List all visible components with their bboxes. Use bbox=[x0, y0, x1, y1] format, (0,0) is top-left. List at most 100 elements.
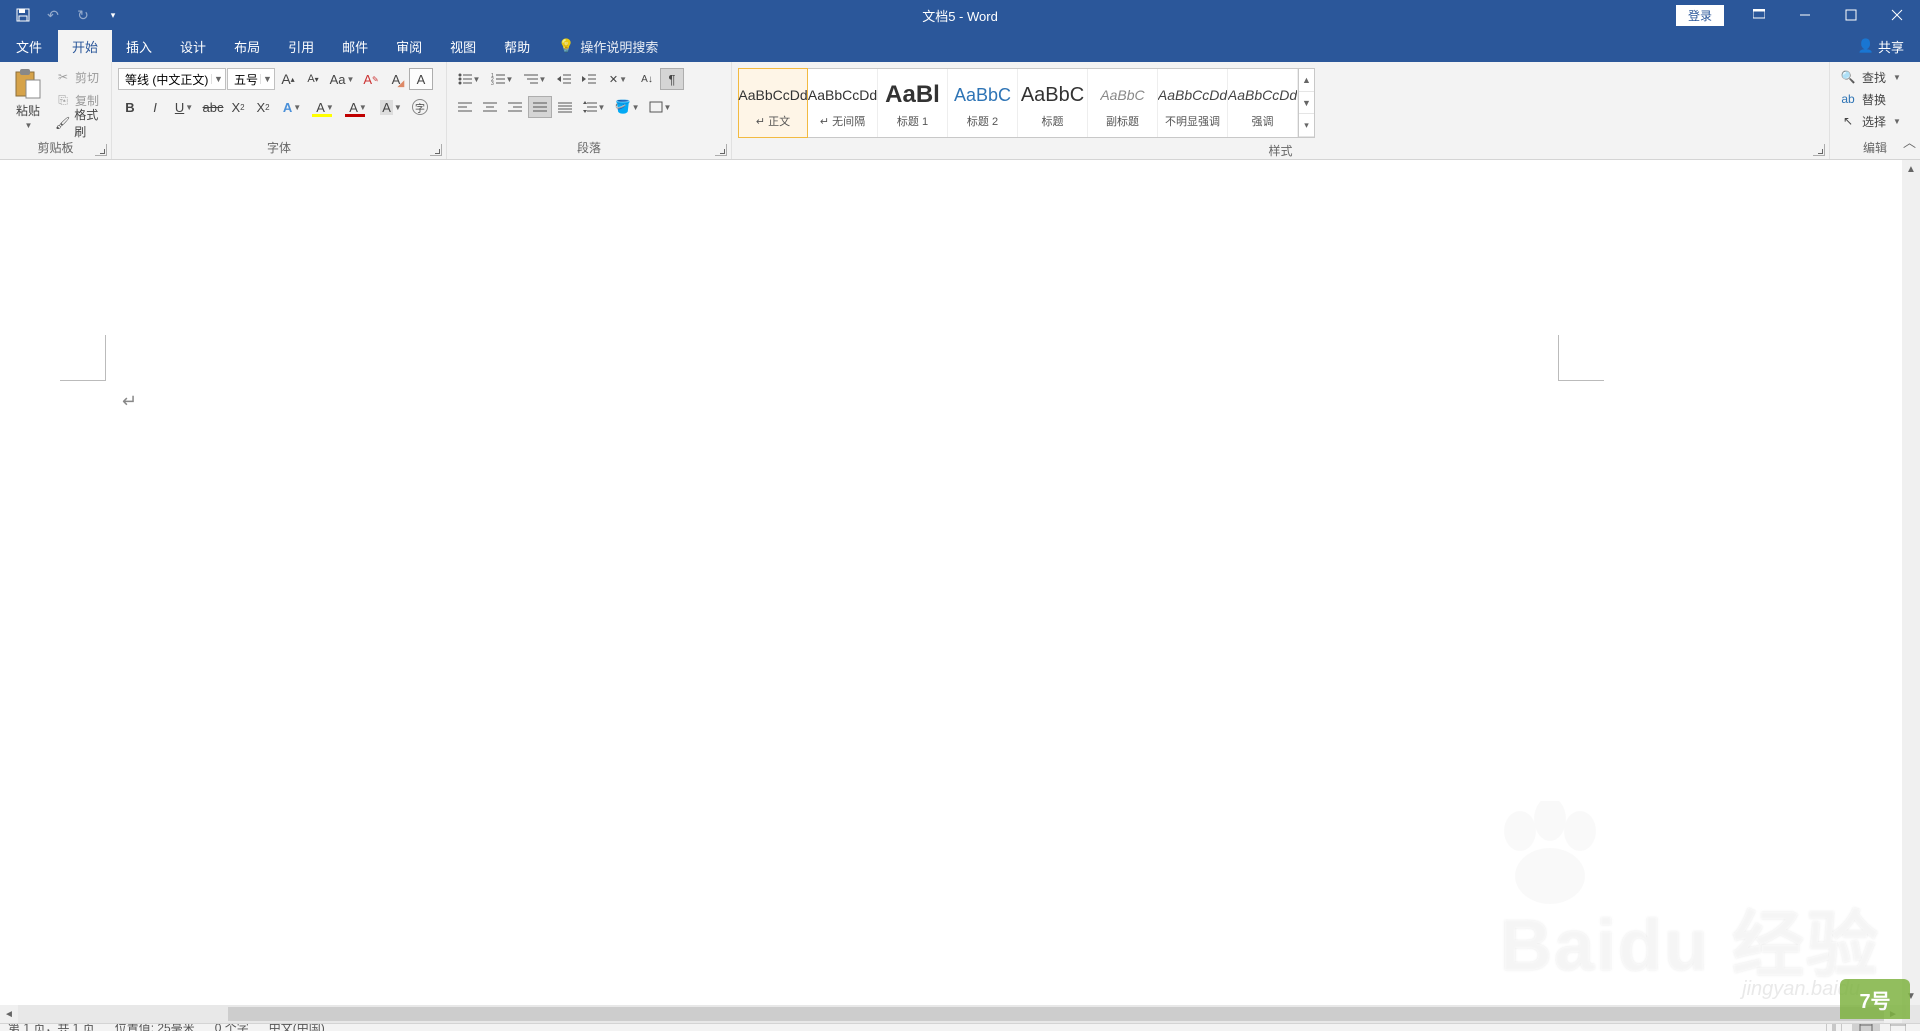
style-item-2[interactable]: AaBl标题 1 bbox=[878, 69, 948, 137]
print-layout-button[interactable] bbox=[1852, 1023, 1880, 1031]
styles-dialog-launcher[interactable] bbox=[1813, 144, 1825, 156]
copy-button[interactable]: ⎘复制 bbox=[52, 89, 103, 111]
tab-layout[interactable]: 布局 bbox=[220, 30, 274, 62]
clipboard-dialog-launcher[interactable] bbox=[95, 144, 107, 156]
lightbulb-icon: 💡 bbox=[558, 38, 574, 54]
find-button[interactable]: 🔍查找▼ bbox=[1836, 66, 1905, 88]
bullets-button[interactable]: ▼ bbox=[453, 68, 485, 90]
italic-button[interactable]: I bbox=[143, 96, 167, 118]
font-color-button[interactable]: A▼ bbox=[342, 96, 374, 118]
format-painter-button[interactable]: 🖌格式刷 bbox=[52, 112, 103, 134]
underline-button[interactable]: U▼ bbox=[168, 96, 200, 118]
horizontal-scrollbar[interactable]: ◄ ► bbox=[0, 1005, 1902, 1023]
strikethrough-button[interactable]: abc bbox=[201, 96, 225, 118]
font-dialog-launcher[interactable] bbox=[430, 144, 442, 156]
web-layout-button[interactable] bbox=[1884, 1023, 1912, 1031]
distributed-button[interactable] bbox=[553, 96, 577, 118]
increase-indent-button[interactable] bbox=[577, 68, 601, 90]
shrink-font-button[interactable]: A▾ bbox=[301, 68, 325, 90]
replace-button[interactable]: ab替换 bbox=[1836, 88, 1890, 110]
style-item-5[interactable]: AaBbC副标题 bbox=[1088, 69, 1158, 137]
style-item-0[interactable]: AaBbCcDd↵ 正文 bbox=[738, 68, 808, 138]
tab-home[interactable]: 开始 bbox=[58, 30, 112, 62]
align-left-button[interactable] bbox=[453, 96, 477, 118]
status-language[interactable]: 中文(中国) bbox=[269, 1023, 325, 1031]
save-button[interactable] bbox=[8, 0, 38, 30]
select-button[interactable]: ↖选择▼ bbox=[1836, 110, 1905, 132]
grow-font-button[interactable]: A▴ bbox=[276, 68, 300, 90]
window-title: 文档5 - Word bbox=[922, 6, 998, 25]
tab-review[interactable]: 审阅 bbox=[382, 30, 436, 62]
style-name: 强调 bbox=[1252, 113, 1274, 129]
phonetic-guide-button[interactable]: A✎ bbox=[359, 68, 383, 90]
text-effects-button[interactable]: A▼ bbox=[276, 96, 308, 118]
align-right-button[interactable] bbox=[503, 96, 527, 118]
status-position[interactable]: 位置值: 25毫米 bbox=[115, 1023, 195, 1031]
borders-button[interactable]: ▼ bbox=[644, 96, 676, 118]
font-name-combo[interactable]: 等线 (中文正文)▼ bbox=[118, 68, 226, 90]
character-shading-button[interactable]: A▼ bbox=[375, 96, 407, 118]
superscript-button[interactable]: X2 bbox=[251, 96, 275, 118]
collapse-ribbon-button[interactable]: ︿ bbox=[1903, 132, 1916, 151]
scroll-up-button[interactable]: ▲ bbox=[1902, 160, 1920, 178]
status-page[interactable]: 第 1 页，共 1 页 bbox=[8, 1023, 95, 1031]
multilevel-list-button[interactable]: ▼ bbox=[519, 68, 551, 90]
tab-view[interactable]: 视图 bbox=[436, 30, 490, 62]
chevron-down-icon[interactable]: ▼ bbox=[260, 74, 274, 84]
numbering-button[interactable]: 123▼ bbox=[486, 68, 518, 90]
tab-file[interactable]: 文件 bbox=[0, 30, 58, 62]
qat-customize-button[interactable]: ▾ bbox=[98, 0, 128, 30]
undo-button[interactable]: ↶ bbox=[38, 0, 68, 30]
ribbon-display-button[interactable] bbox=[1736, 0, 1782, 30]
subscript-button[interactable]: X2 bbox=[226, 96, 250, 118]
tab-help[interactable]: 帮助 bbox=[490, 30, 544, 62]
chevron-down-icon[interactable]: ▼ bbox=[211, 74, 225, 84]
style-item-1[interactable]: AaBbCcDd↵ 无间隔 bbox=[808, 69, 878, 137]
tell-me[interactable]: 💡 操作说明搜索 bbox=[544, 30, 672, 62]
align-center-button[interactable] bbox=[478, 96, 502, 118]
paste-button[interactable]: 粘贴 ▼ bbox=[6, 66, 50, 132]
gallery-up[interactable]: ▲ bbox=[1299, 69, 1314, 92]
gallery-down[interactable]: ▼ bbox=[1299, 92, 1314, 115]
tab-references[interactable]: 引用 bbox=[274, 30, 328, 62]
change-case-button[interactable]: Aa▼ bbox=[326, 68, 358, 90]
enclose-characters-button[interactable]: 字 bbox=[408, 96, 432, 118]
close-button[interactable] bbox=[1874, 0, 1920, 30]
hscroll-thumb[interactable] bbox=[228, 1007, 1884, 1021]
sort-button[interactable]: A↓ bbox=[635, 68, 659, 90]
minimize-button[interactable] bbox=[1782, 0, 1828, 30]
show-marks-button[interactable]: ¶ bbox=[660, 68, 684, 90]
redo-button[interactable]: ↻ bbox=[68, 0, 98, 30]
gallery-expand[interactable]: ▾ bbox=[1299, 114, 1314, 137]
highlight-button[interactable]: A▼ bbox=[309, 96, 341, 118]
style-item-3[interactable]: AaBbC标题 2 bbox=[948, 69, 1018, 137]
bold-button[interactable]: B bbox=[118, 96, 142, 118]
scroll-left-button[interactable]: ◄ bbox=[0, 1009, 18, 1020]
tab-insert[interactable]: 插入 bbox=[112, 30, 166, 62]
font-size-combo[interactable]: 五号▼ bbox=[227, 68, 275, 90]
style-item-6[interactable]: AaBbCcDd不明显强调 bbox=[1158, 69, 1228, 137]
vertical-scrollbar[interactable]: ▲ ▼ bbox=[1902, 160, 1920, 1005]
hscroll-track[interactable] bbox=[18, 1005, 1884, 1023]
align-justify-button[interactable] bbox=[528, 96, 552, 118]
cut-button[interactable]: ✂剪切 bbox=[52, 66, 103, 88]
style-item-4[interactable]: AaBbC标题 bbox=[1018, 69, 1088, 137]
character-border-button[interactable]: A bbox=[409, 68, 433, 90]
maximize-button[interactable] bbox=[1828, 0, 1874, 30]
status-words[interactable]: 0 个字 bbox=[215, 1023, 249, 1031]
style-item-7[interactable]: AaBbCcDd强调 bbox=[1228, 69, 1298, 137]
clear-formatting-button[interactable]: A◢ bbox=[384, 68, 408, 90]
paragraph-dialog-launcher[interactable] bbox=[715, 144, 727, 156]
line-spacing-button[interactable]: ▼ bbox=[578, 96, 610, 118]
styles-gallery-more[interactable]: ▲▼▾ bbox=[1298, 69, 1314, 137]
read-mode-button[interactable] bbox=[1820, 1023, 1848, 1031]
asian-layout-button[interactable]: ✕▼ bbox=[602, 68, 634, 90]
login-button[interactable]: 登录 bbox=[1676, 5, 1724, 26]
tab-design[interactable]: 设计 bbox=[166, 30, 220, 62]
tell-me-label: 操作说明搜索 bbox=[580, 37, 658, 56]
decrease-indent-button[interactable] bbox=[552, 68, 576, 90]
tab-mailings[interactable]: 邮件 bbox=[328, 30, 382, 62]
shading-button[interactable]: 🪣▼ bbox=[611, 96, 643, 118]
share-button[interactable]: 👤 共享 bbox=[1842, 30, 1920, 62]
document-area[interactable]: ↵ bbox=[0, 160, 1902, 1005]
